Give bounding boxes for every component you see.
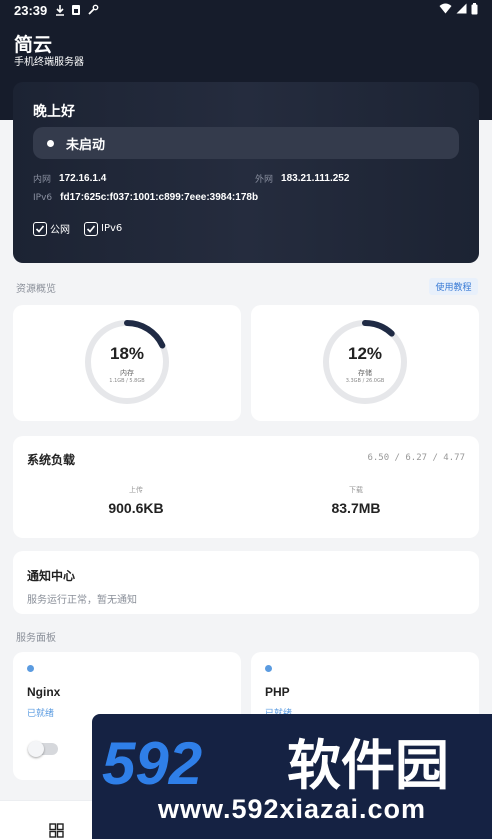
storage-detail: 3.3GB / 26.0GB [345,378,385,384]
server-status-card: 晚上好 未启动 内网 172.16.1.4 外网 183.21.111.252 … [13,82,479,263]
service-status: 已就绪 [27,709,55,719]
lan-ip-row: 内网 172.16.1.4 [33,172,106,185]
memory-detail: 1.1GB / 5.8GB [109,378,145,384]
tutorial-button[interactable]: 使用教程 [429,278,478,295]
load-averages: 6.50 / 6.27 / 4.77 [367,453,465,463]
battery-icon [471,2,478,18]
status-dot-icon [47,139,54,147]
service-name: Nginx [27,685,61,699]
server-status-pill[interactable]: 未启动 [33,127,459,159]
watermark-overlay: 592 软件园 www.592xiazai.com [92,714,492,839]
ipv6-row: IPv6 fd17:625c:f037:1001:c899:7eee:3984:… [33,192,258,203]
memory-card: 18% 内存 1.1GB / 5.8GB [13,305,241,421]
status-time: 23:39 [14,2,48,18]
lan-ip: 172.16.1.4 [59,173,107,184]
services-section-title: 服务面板 [16,633,56,644]
service-name: PHP [265,685,290,699]
grid-icon[interactable] [49,823,64,839]
upload-label: 上传 [129,486,143,494]
storage-percent: 12% [347,344,383,363]
notification-center-title: 通知中心 [27,569,76,583]
storage-card: 12% 存储 3.3GB / 26.0GB [251,305,479,421]
download-icon [55,4,65,16]
watermark-url: www.592xiazai.com [157,794,427,824]
memory-label: 内存 [120,369,134,377]
public-network-label: 公网 [50,225,70,236]
wifi-icon [439,3,452,17]
nginx-toggle[interactable] [28,741,58,757]
storage-label: 存储 [358,369,372,377]
sim-icon [71,4,81,16]
download-label: 下载 [349,486,363,494]
memory-gauge: 18% 内存 1.1GB / 5.8GB [83,318,171,406]
watermark-brand: 软件园 [287,734,449,794]
signal-icon [456,3,467,17]
memory-percent: 18% [109,344,145,363]
wan-ip-row: 外网 183.21.111.252 [255,172,349,185]
watermark-logo: 592 软件园 [102,734,449,794]
service-status-dot-icon [27,665,34,672]
service-status-dot-icon [265,665,272,672]
network-options: 公网 IPv6 [33,221,136,236]
system-load-title: 系统负载 [27,453,76,467]
notification-text: 服务运行正常，暂无通知 [27,595,137,606]
storage-gauge: 12% 存储 3.3GB / 26.0GB [321,318,409,406]
download-value: 83.7MB [331,500,381,516]
notification-center-card[interactable]: 通知中心 服务运行正常，暂无通知 [13,551,479,614]
watermark-number: 592 [102,734,202,794]
status-bar: 23:39 [14,2,478,18]
wan-label: 外网 [255,175,274,185]
public-network-checkbox[interactable]: 公网 [33,221,70,236]
lan-label: 内网 [33,175,52,185]
ipv6-checkbox[interactable]: IPv6 [84,221,123,236]
toggle-knob [28,741,44,757]
checkbox-checked-icon [33,221,47,236]
upload-value: 900.6KB [108,500,164,516]
resources-section-title: 资源概览 [16,284,56,295]
ipv6-address: fd17:625c:f037:1001:c899:7eee:3984:178b [60,192,259,203]
greeting: 晚上好 [33,104,75,120]
checkbox-checked-icon [84,221,98,236]
system-load-card: 系统负载 6.50 / 6.27 / 4.77 上传 900.6KB 下载 83… [13,436,479,538]
wan-ip: 183.21.111.252 [281,173,350,184]
app-subtitle: 手机终端服务器 [14,57,84,68]
ipv6-label: IPv6 [33,192,53,203]
ipv6-checkbox-label: IPv6 [101,223,123,234]
wrench-icon [87,4,99,16]
server-status-text: 未启动 [66,137,106,153]
